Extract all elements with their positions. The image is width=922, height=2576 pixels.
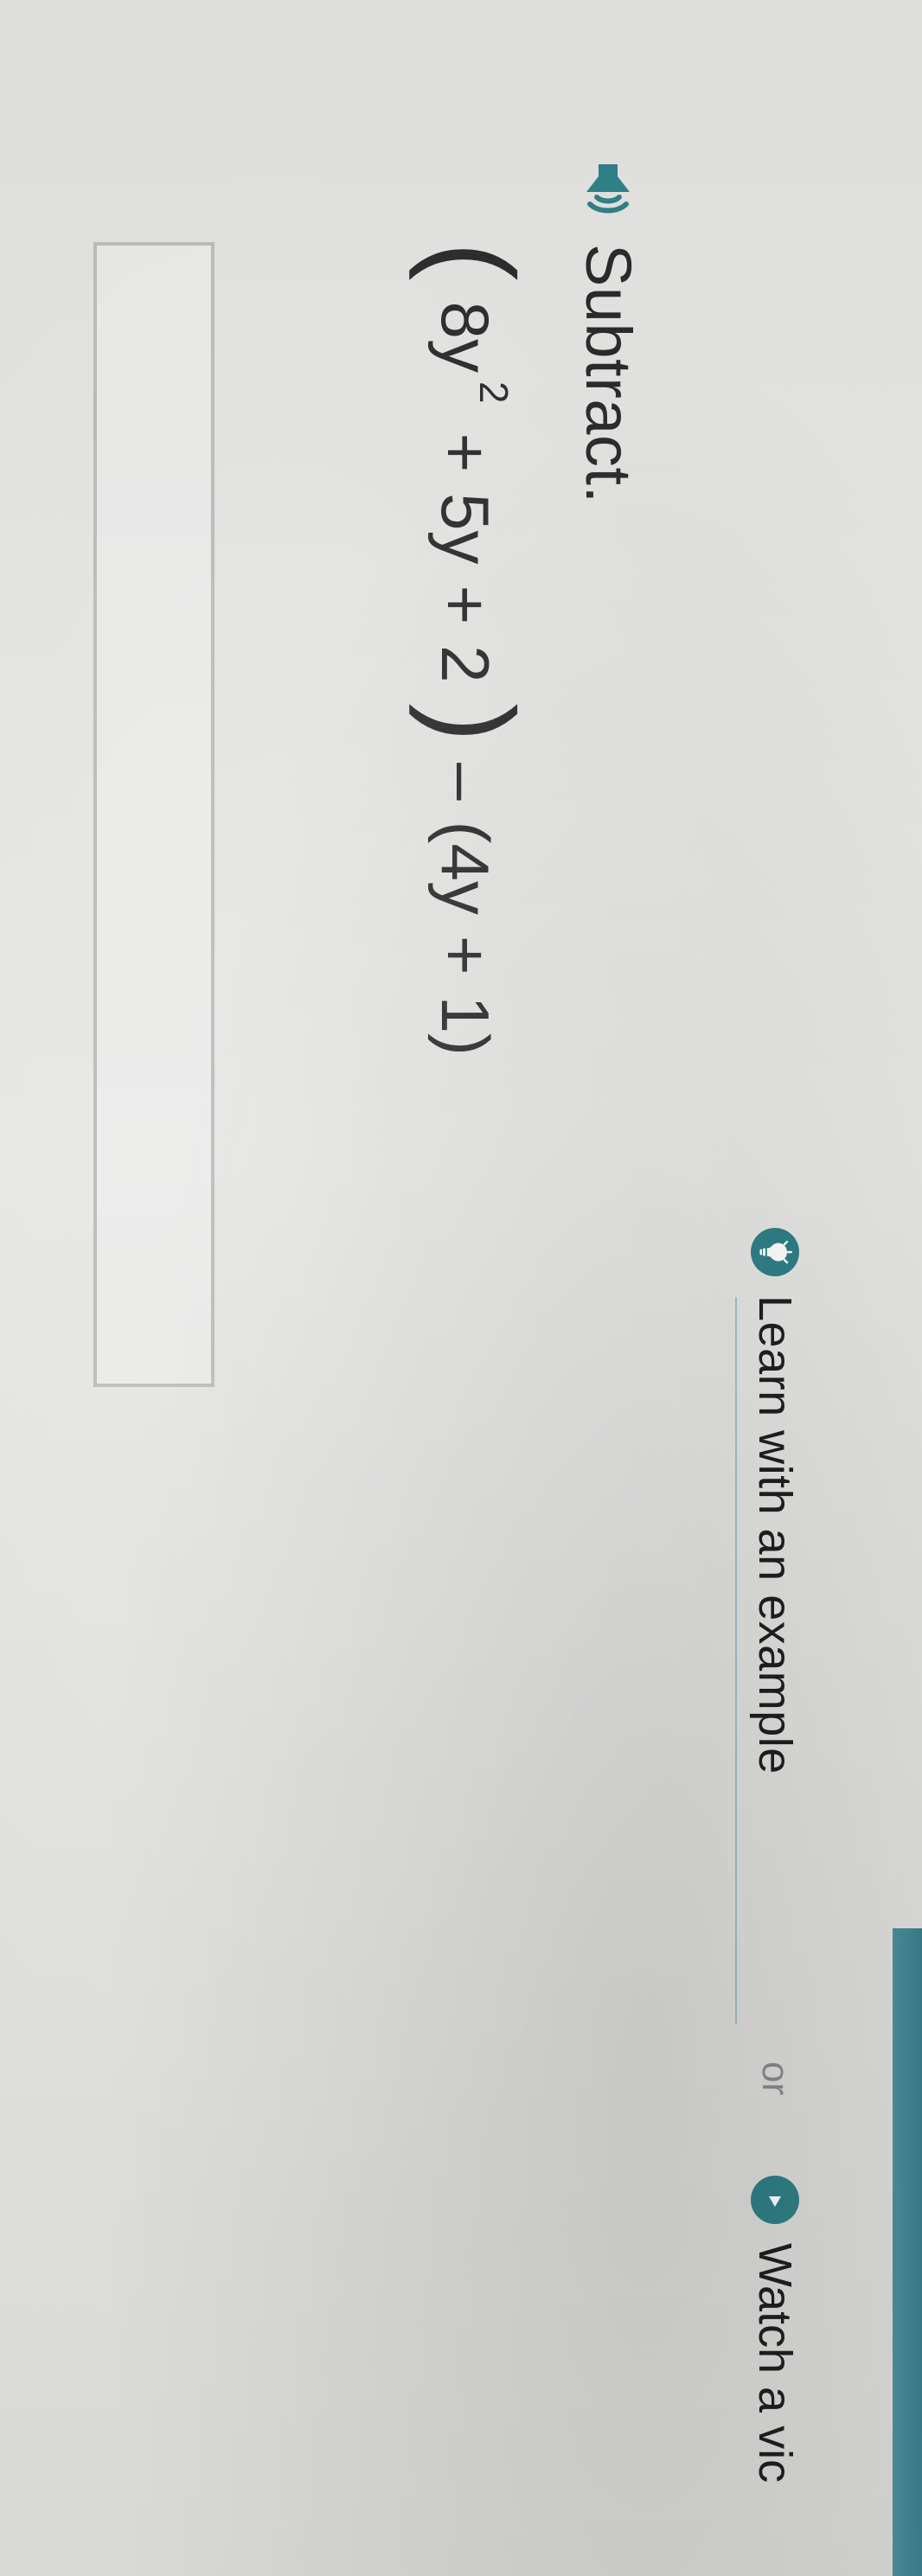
plus-sign-2: + (427, 585, 503, 625)
right-paren: ) (408, 703, 537, 743)
or-separator: or (754, 2061, 797, 2096)
question-header: Subtract. (572, 156, 645, 504)
speaker-icon[interactable] (579, 156, 639, 220)
watch-video-link[interactable]: Watch a vic (740, 2176, 810, 2483)
term-2: 2 (427, 645, 503, 683)
question-instruction: Subtract. (573, 244, 644, 504)
watch-video-label: Watch a vic (749, 2243, 801, 2483)
term-8y: 8y2 (426, 301, 516, 412)
play-icon (751, 2176, 799, 2224)
problem-panel: Learn with an example or Watch a vic Sub… (0, 0, 922, 2576)
term-8y-exponent: 2 (471, 381, 516, 404)
minus-sign: – (427, 763, 503, 801)
help-links-row: Learn with an example or Watch a vic (723, 0, 922, 2576)
learn-link-underline (735, 1297, 737, 2023)
second-paren-close: 1) (427, 995, 503, 1056)
answer-input[interactable] (93, 242, 214, 1387)
math-expression: ( 8y2 + 5y + 2 ) – (4y + 1) (408, 242, 537, 1056)
page-stage: Learn with an example or Watch a vic Sub… (0, 0, 922, 2576)
plus-sign-3: + (427, 935, 503, 975)
term-5y: 5y (427, 493, 503, 565)
learn-with-example-link[interactable]: Learn with an example (740, 1228, 810, 1774)
learn-with-example-label: Learn with an example (749, 1295, 801, 1774)
term-8y-base: 8y (427, 301, 503, 374)
second-paren-open: (4y (427, 821, 503, 915)
plus-sign-1: + (427, 432, 503, 473)
left-paren: ( (408, 242, 537, 281)
lightbulb-icon (751, 1228, 799, 1276)
